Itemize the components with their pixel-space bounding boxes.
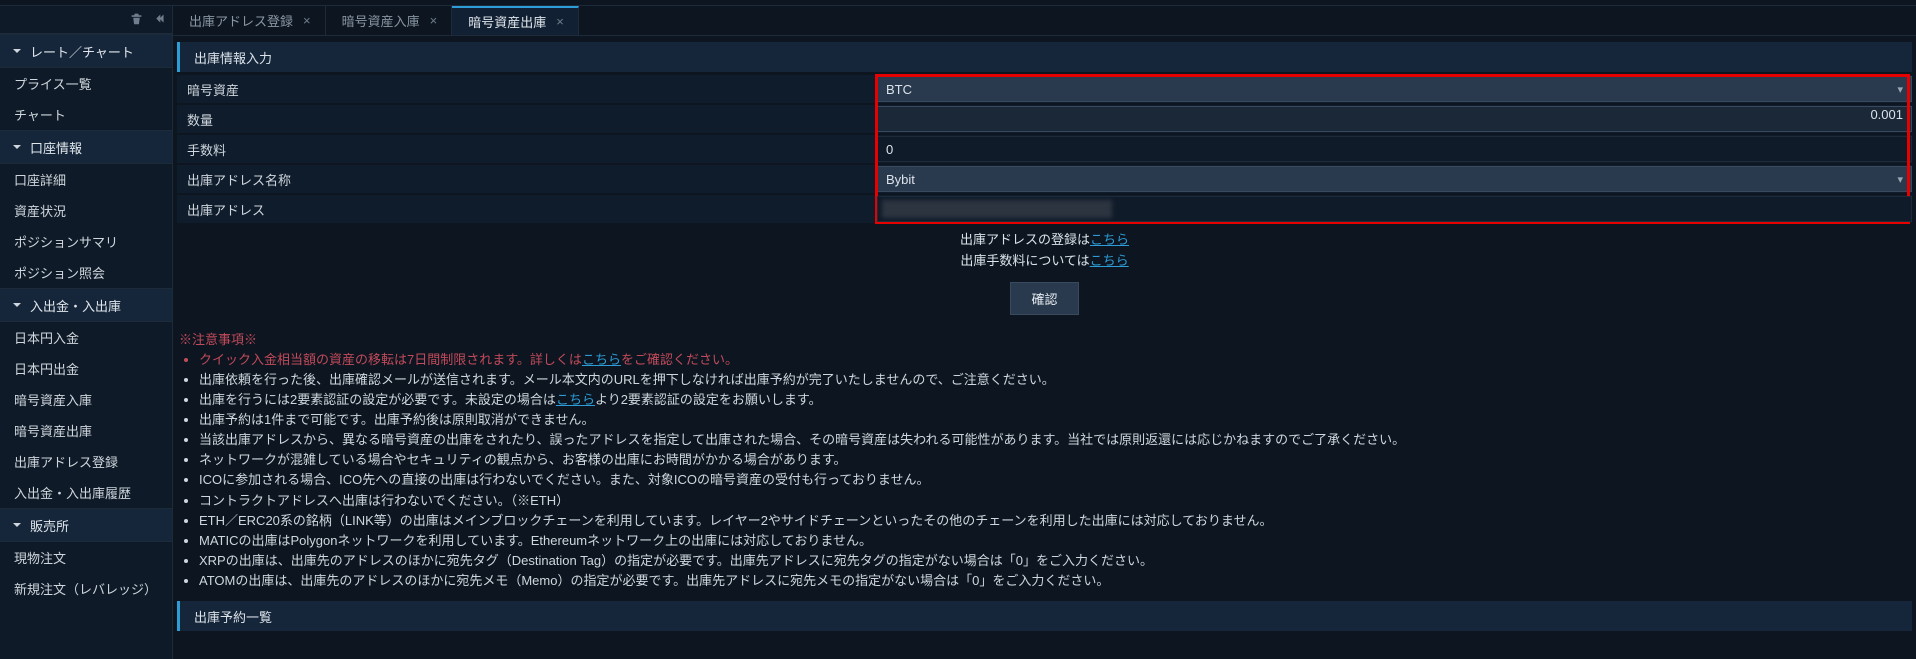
trash-icon[interactable] xyxy=(130,12,143,28)
fee-link-prefix: 出庫手数料については xyxy=(960,253,1089,268)
close-icon[interactable]: × xyxy=(556,14,564,29)
sidebar-top-icons xyxy=(0,6,172,34)
section-header-reservation-list: 出庫予約一覧 xyxy=(177,601,1912,631)
tab-strip: 出庫アドレス登録 × 暗号資産入庫 × 暗号資産出庫 × xyxy=(173,6,1916,36)
fee-info-link[interactable]: こちら xyxy=(1090,253,1129,268)
nav-section-title: 販売所 xyxy=(30,516,69,535)
sidebar: レート／チャートプライス一覧チャート口座情報口座詳細資産状況ポジションサマリポジ… xyxy=(0,6,173,659)
withdraw-form: 暗号資産 BTC ▾ 数量 0.001 xyxy=(177,74,1912,224)
chevron-down-icon xyxy=(12,142,22,152)
notice-item: 出庫予約は1件まで可能です。出庫予約後は原則取消ができません。 xyxy=(199,410,1914,430)
notice-link[interactable]: こちら xyxy=(556,392,595,407)
close-icon[interactable]: × xyxy=(430,13,438,28)
tab-label: 暗号資産出庫 xyxy=(468,12,546,31)
nav-section-header[interactable]: レート／チャート xyxy=(0,34,172,68)
nav-section-header[interactable]: 販売所 xyxy=(0,508,172,542)
chevron-down-icon xyxy=(12,520,22,530)
notice-item: ATOMの出庫は、出庫先のアドレスのほかに宛先メモ（Memo）の指定が必要です。… xyxy=(199,571,1914,591)
register-link-prefix: 出庫アドレスの登録は xyxy=(960,232,1090,247)
notice-link[interactable]: こちら xyxy=(582,352,621,367)
crypto-select[interactable]: BTC ▾ xyxy=(877,76,1912,102)
chevron-down-icon xyxy=(12,46,22,56)
nav-item[interactable]: 日本円入金 xyxy=(0,322,172,353)
crypto-select-value: BTC xyxy=(886,82,912,97)
nav-section-header[interactable]: 入出金・入出庫 xyxy=(0,288,172,322)
section-header-withdraw-input: 出庫情報入力 xyxy=(177,42,1912,72)
notice-item: 当該出庫アドレスから、異なる暗号資産の出庫をされたり、誤ったアドレスを指定して出… xyxy=(199,430,1914,450)
confirm-button[interactable]: 確認 xyxy=(1010,282,1078,315)
register-address-link[interactable]: こちら xyxy=(1090,232,1129,247)
nav-item[interactable]: 日本円出金 xyxy=(0,353,172,384)
notice-list: クイック入金相当額の資産の移転は7日間制限されます。詳しくはこちらをご確認くださ… xyxy=(199,350,1914,592)
label-address-name: 出庫アドレス名称 xyxy=(177,165,877,193)
tab[interactable]: 暗号資産出庫 × xyxy=(452,6,579,35)
nav-item[interactable]: 出庫アドレス登録 xyxy=(0,446,172,477)
label-quantity: 数量 xyxy=(177,105,877,133)
notice-header: ※注意事項※ xyxy=(179,329,1914,348)
nav-item[interactable]: 暗号資産出庫 xyxy=(0,415,172,446)
nav-section-title: レート／チャート xyxy=(30,42,134,61)
content-area: 出庫アドレス登録 × 暗号資産入庫 × 暗号資産出庫 × 出庫情報入力 暗号資産 BTC … xyxy=(173,6,1916,659)
fee-display: 0 xyxy=(877,136,1912,162)
helper-links: 出庫アドレスの登録はこちら 出庫手数料についてはこちら xyxy=(175,230,1914,272)
nav-item[interactable]: ポジション照会 xyxy=(0,257,172,288)
nav-item[interactable]: ポジションサマリ xyxy=(0,226,172,257)
address-display xyxy=(877,196,1912,222)
chevron-down-icon: ▾ xyxy=(1897,173,1903,186)
tab[interactable]: 出庫アドレス登録 × xyxy=(173,6,326,35)
notice-item: コントラクトアドレスへ出庫は行わないでください。（※ETH） xyxy=(199,491,1914,511)
notice-item: ICOに参加される場合、ICO先への直接の出庫は行わないでください。また、対象I… xyxy=(199,470,1914,490)
nav-item[interactable]: 資産状況 xyxy=(0,195,172,226)
nav-section-title: 入出金・入出庫 xyxy=(30,296,121,315)
nav-item[interactable]: プライス一覧 xyxy=(0,68,172,99)
tab-label: 暗号資産入庫 xyxy=(342,11,420,30)
notice-item: MATICの出庫はPolygonネットワークを利用しています。Ethereumネ… xyxy=(199,531,1914,551)
notice-item: XRPの出庫は、出庫先のアドレスのほかに宛先タグ（Destination Tag… xyxy=(199,551,1914,571)
nav-item[interactable]: 新規注文（レバレッジ） xyxy=(0,573,172,604)
notice-item: ETH／ERC20系の銘柄（LINK等）の出庫はメインブロックチェーンを利用して… xyxy=(199,511,1914,531)
label-crypto: 暗号資産 xyxy=(177,75,877,103)
nav-item[interactable]: 暗号資産入庫 xyxy=(0,384,172,415)
content-body: 出庫情報入力 暗号資産 BTC ▾ 数量 xyxy=(173,36,1916,659)
tab[interactable]: 暗号資産入庫 × xyxy=(326,6,453,35)
chevron-down-icon: ▾ xyxy=(1897,83,1903,96)
close-icon[interactable]: × xyxy=(303,13,311,28)
nav-section-header[interactable]: 口座情報 xyxy=(0,130,172,164)
nav-item[interactable]: 口座詳細 xyxy=(0,164,172,195)
chevron-down-icon xyxy=(12,300,22,310)
nav-item[interactable]: 入出金・入出庫履歴 xyxy=(0,477,172,508)
address-name-value: Bybit xyxy=(886,172,915,187)
address-name-select[interactable]: Bybit ▾ xyxy=(877,166,1912,192)
label-address: 出庫アドレス xyxy=(177,195,877,223)
notice-item: 出庫依頼を行った後、出庫確認メールが送信されます。メール本文内のURLを押下しな… xyxy=(199,370,1914,390)
quantity-input[interactable]: 0.001 xyxy=(877,106,1912,132)
notice-item: 出庫を行うには2要素認証の設定が必要です。未設定の場合はこちらより2要素認証の設… xyxy=(199,390,1914,410)
nav-section-title: 口座情報 xyxy=(30,138,82,157)
label-fee: 手数料 xyxy=(177,135,877,163)
nav-item[interactable]: チャート xyxy=(0,99,172,130)
tab-label: 出庫アドレス登録 xyxy=(189,11,293,30)
nav-item[interactable]: 現物注文 xyxy=(0,542,172,573)
notice-item: ネットワークが混雑している場合やセキュリティの観点から、お客様の出庫にお時間がか… xyxy=(199,450,1914,470)
collapse-sidebar-icon[interactable] xyxy=(153,12,166,28)
notice-item: クイック入金相当額の資産の移転は7日間制限されます。詳しくはこちらをご確認くださ… xyxy=(199,350,1914,370)
